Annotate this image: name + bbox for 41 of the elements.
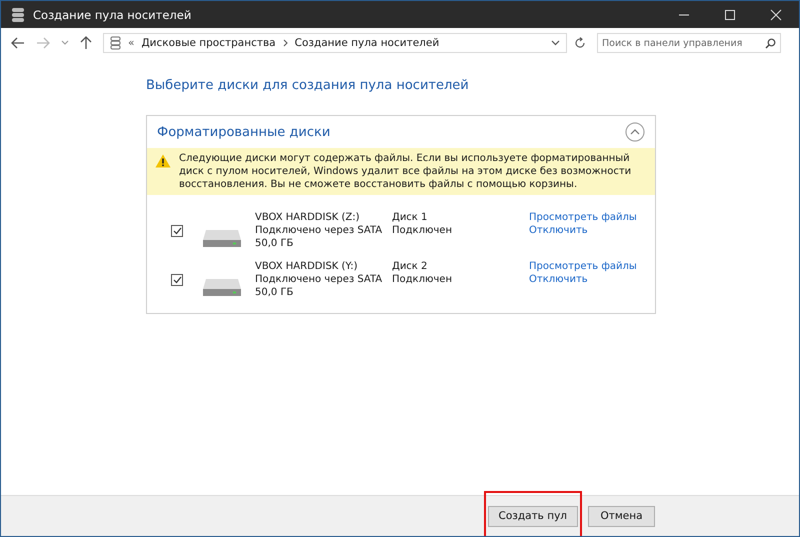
disk-name: VBOX HARDDISK (Y:) [255, 260, 358, 273]
search-field[interactable]: Поиск в панели управления [597, 33, 781, 53]
warning-icon [155, 154, 171, 168]
breadcrumb[interactable]: Дисковые пространства [141, 37, 276, 49]
disk-link[interactable]: Отключить [529, 273, 637, 286]
disk-name: VBOX HARDDISK (Z:) [255, 211, 361, 224]
dropdown-icon[interactable] [551, 40, 560, 46]
page-heading: Выберите диски для создания пула носителей [146, 78, 470, 95]
chevron-icon [282, 39, 288, 47]
disk-size: 50,0 ГБ [255, 286, 294, 299]
disk-link[interactable]: Просмотреть файлы [529, 260, 637, 273]
close-icon[interactable] [770, 8, 782, 20]
storage-icon [110, 36, 121, 50]
storage-icon [11, 6, 25, 22]
disk-status: Подключен [392, 224, 453, 237]
collapse-icon[interactable] [625, 122, 645, 142]
warning-message: Следующие диски могут содержать файлы. Если вы используете форматированный диск с пулом носителей, Windows удалит все файлы на этом диске без возможности восстановления. Вы не сможете восстановить файлы с помощью корзины. [179, 152, 632, 191]
disk-link[interactable]: Просмотреть файлы [529, 211, 637, 224]
breadcrumb[interactable]: Создание пула носителей [294, 37, 440, 49]
breadcrumb-overflow[interactable]: « [128, 37, 134, 49]
hard-drive-icon [202, 277, 242, 297]
disk-status: Подключен [392, 273, 453, 286]
back-icon[interactable] [11, 37, 25, 49]
connection-type: Подключено через SATA [255, 273, 384, 286]
up-icon[interactable] [80, 36, 92, 50]
maximize-icon[interactable] [724, 8, 736, 20]
dialog-button[interactable]: Создать пул [488, 506, 578, 526]
dialog-button[interactable]: Отмена [588, 506, 655, 526]
refresh-icon[interactable] [574, 37, 586, 49]
section-title: Форматированные диски [157, 124, 330, 140]
connection-type: Подключено через SATA [255, 224, 384, 237]
disk-number: Диск 2 [392, 260, 428, 273]
disk-link[interactable]: Отключить [529, 224, 637, 237]
disk-size: 50,0 ГБ [255, 237, 294, 250]
window-title: Создание пула носителей [33, 8, 192, 22]
disk-number: Диск 1 [392, 211, 428, 224]
hard-drive-icon [202, 228, 242, 248]
checkbox[interactable] [171, 225, 183, 237]
search-icon[interactable] [765, 38, 776, 48]
checkbox[interactable] [171, 274, 183, 286]
address-bar[interactable]: « Дисковые пространства Создание пула носителей [103, 33, 567, 53]
